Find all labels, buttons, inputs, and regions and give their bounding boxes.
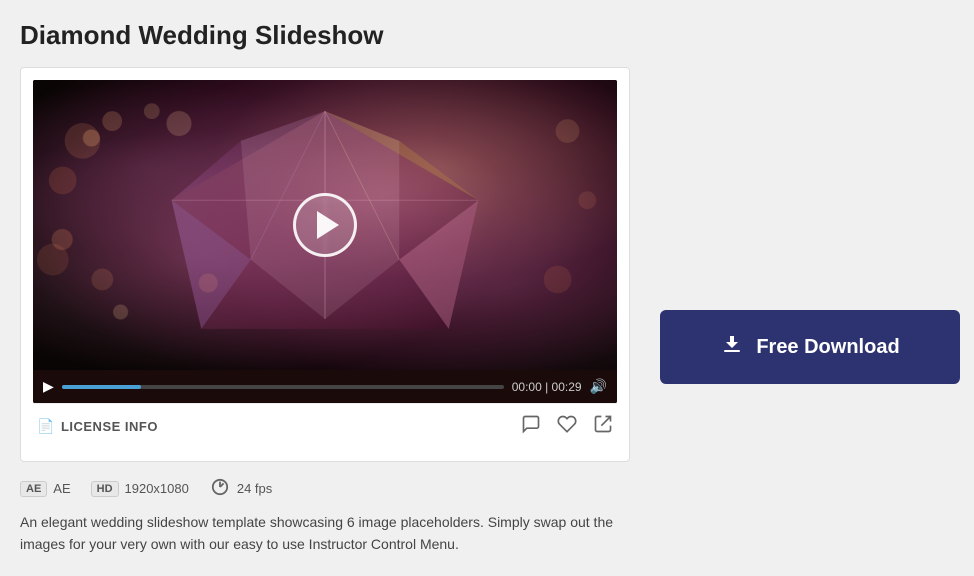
- fps-icon: [209, 478, 231, 499]
- video-player: ▶ 00:00 | 00:29 🔊: [33, 80, 617, 403]
- volume-icon[interactable]: 🔊: [590, 378, 607, 395]
- ae-badge: AE: [20, 481, 47, 497]
- license-info-label: LICENSE INFO: [61, 419, 158, 434]
- action-icons: [521, 414, 613, 439]
- heart-icon[interactable]: [557, 414, 577, 439]
- video-actions: 📄 LICENSE INFO: [33, 403, 617, 449]
- software-label: AE: [53, 481, 70, 496]
- software-meta: AE AE: [20, 481, 71, 497]
- description-text: An elegant wedding slideshow template sh…: [20, 511, 630, 556]
- hd-badge: HD: [91, 481, 119, 497]
- progress-bar[interactable]: [62, 385, 504, 389]
- video-thumbnail[interactable]: [33, 80, 617, 370]
- progress-fill: [62, 385, 142, 389]
- resolution-label: 1920x1080: [125, 481, 189, 496]
- download-label: Free Download: [756, 336, 899, 359]
- fps-meta: 24 fps: [209, 478, 272, 499]
- page-wrapper: Diamond Wedding Slideshow: [0, 0, 974, 576]
- free-download-button[interactable]: Free Download: [660, 310, 960, 384]
- license-file-icon: 📄: [37, 418, 55, 435]
- play-small-button[interactable]: ▶: [43, 378, 54, 395]
- license-info-button[interactable]: 📄 LICENSE INFO: [37, 418, 505, 435]
- fps-label: 24 fps: [237, 481, 272, 496]
- video-container: ▶ 00:00 | 00:29 🔊 📄 LICENSE INFO: [20, 67, 630, 462]
- play-triangle-icon: [317, 211, 339, 239]
- video-controls: ▶ 00:00 | 00:29 🔊: [33, 370, 617, 403]
- time-display: 00:00 | 00:29: [512, 380, 582, 394]
- resolution-meta: HD 1920x1080: [91, 481, 189, 497]
- page-title: Diamond Wedding Slideshow: [20, 20, 630, 51]
- right-column: Free Download: [660, 20, 960, 556]
- download-icon: [720, 332, 744, 362]
- meta-row: AE AE HD 1920x1080 24 fps: [20, 478, 630, 499]
- play-button[interactable]: [293, 193, 357, 257]
- comment-icon[interactable]: [521, 414, 541, 439]
- share-icon[interactable]: [593, 414, 613, 439]
- left-column: Diamond Wedding Slideshow: [20, 20, 630, 556]
